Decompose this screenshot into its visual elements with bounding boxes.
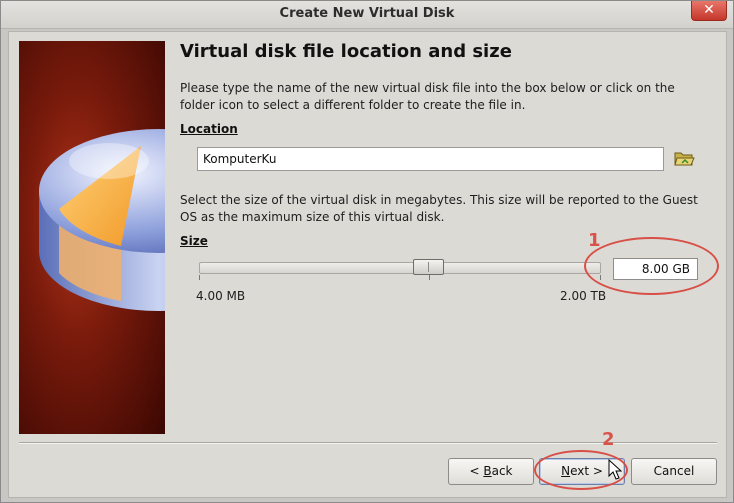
size-slider-handle[interactable]	[413, 259, 444, 275]
location-label-rest: ocation	[187, 122, 238, 136]
mouse-pointer-icon	[608, 458, 623, 485]
slider-tick	[199, 275, 200, 280]
annotation-marker-2: 2	[602, 429, 615, 450]
location-label: Location	[180, 122, 238, 136]
size-label: Size	[180, 234, 208, 248]
location-label-mnemonic: L	[180, 122, 188, 136]
back-prefix: <	[469, 464, 484, 478]
slider-tick	[429, 275, 430, 280]
page-title: Virtual disk file location and size	[180, 41, 512, 62]
back-rest: ack	[491, 464, 513, 478]
location-description: Please type the name of the new virtual …	[180, 81, 675, 112]
size-label-mnemonic: S	[180, 234, 189, 248]
location-input[interactable]: KomputerKu	[197, 147, 664, 171]
close-icon[interactable]: ✕	[691, 1, 727, 21]
size-description: Select the size of the virtual disk in m…	[180, 193, 698, 224]
slider-min-label: 4.00 MB	[196, 289, 246, 303]
disk-pie-illustration	[19, 41, 165, 434]
cancel-button[interactable]: Cancel	[631, 458, 717, 485]
dialog-window: Create New Virtual Disk ✕ Virtual disk f…	[0, 0, 734, 503]
annotation-marker-1: 1	[588, 230, 601, 251]
folder-open-icon[interactable]	[673, 150, 695, 168]
back-mnemonic: B	[483, 464, 492, 478]
title-bar[interactable]: Create New Virtual Disk ✕	[1, 1, 733, 29]
annotation-ellipse-size	[584, 237, 719, 295]
window-title: Create New Virtual Disk	[279, 6, 455, 21]
size-label-rest: ize	[188, 234, 208, 248]
slider-max-label: 2.00 TB	[560, 289, 607, 303]
size-slider-track[interactable]	[199, 262, 601, 274]
back-button[interactable]: < Back	[448, 458, 534, 485]
